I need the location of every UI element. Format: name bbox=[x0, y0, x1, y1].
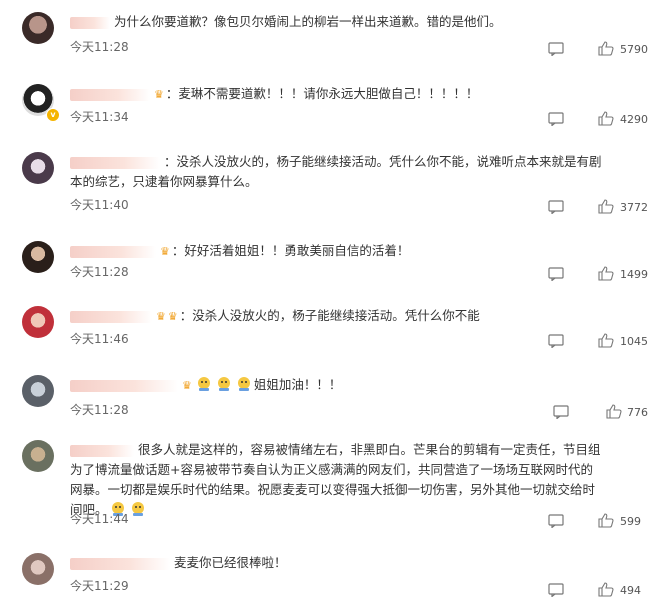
thumbs-up-icon[interactable] bbox=[598, 199, 614, 214]
reply-icon[interactable] bbox=[548, 112, 564, 126]
thumbs-up-icon[interactable] bbox=[598, 513, 614, 528]
comment-body: 麦麦你已经很棒啦！ bbox=[70, 553, 605, 573]
nickname-redacted[interactable] bbox=[70, 557, 170, 570]
doge-emoji-icon bbox=[197, 377, 210, 391]
comment-text: ：好好活着姐姐！！勇敢美丽自信的活着！ bbox=[171, 243, 410, 258]
doge-emoji-icon bbox=[237, 377, 250, 391]
comment-time: 今天11:34 bbox=[70, 110, 129, 124]
doge-emoji-icon bbox=[131, 502, 144, 516]
crown-icon: ♛ bbox=[154, 87, 164, 101]
nickname-redacted[interactable] bbox=[70, 88, 150, 101]
thumbs-up-icon[interactable] bbox=[598, 582, 614, 597]
like-count: 776 bbox=[627, 406, 648, 419]
like-count: 3772 bbox=[620, 201, 648, 214]
reply-icon[interactable] bbox=[548, 267, 564, 281]
reply-icon[interactable] bbox=[548, 42, 564, 56]
thumbs-up-icon[interactable] bbox=[598, 333, 614, 348]
thumbs-up-icon[interactable] bbox=[598, 41, 614, 56]
avatar[interactable] bbox=[22, 12, 54, 44]
reply-icon[interactable] bbox=[548, 200, 564, 214]
doge-emoji-icon bbox=[217, 377, 230, 391]
avatar[interactable] bbox=[22, 241, 54, 273]
comment-text: ：没杀人没放火的，杨子能继续接活动。凭什么你不能 bbox=[179, 308, 480, 323]
avatar[interactable] bbox=[22, 306, 54, 338]
nickname-redacted[interactable] bbox=[70, 310, 152, 323]
comment-body: 很多人就是这样的，容易被情绪左右，非黑即白。芒果台的剪辑有一定责任，节目组为了博… bbox=[70, 440, 605, 520]
avatar[interactable] bbox=[22, 553, 54, 585]
comment-time: 今天11:44 bbox=[70, 512, 129, 526]
crown-icon: ♛ bbox=[182, 378, 192, 392]
comment-time: 今天11:46 bbox=[70, 332, 129, 346]
nickname-redacted[interactable] bbox=[70, 16, 110, 29]
like-count: 599 bbox=[620, 515, 641, 528]
comment-time: 今天11:29 bbox=[70, 579, 129, 593]
comment-text: 麦麦你已经很棒啦！ bbox=[174, 555, 287, 570]
avatar[interactable] bbox=[22, 375, 54, 407]
like-count: 1499 bbox=[620, 268, 648, 281]
comment-body: ♛ ：好好活着姐姐！！勇敢美丽自信的活着！ bbox=[70, 241, 605, 262]
comment-body: ♛ ：麦琳不需要道歉！！！请你永远大胆做自己！！！！！ bbox=[70, 84, 605, 105]
reply-icon[interactable] bbox=[553, 405, 569, 419]
thumbs-up-icon[interactable] bbox=[598, 266, 614, 281]
comment-body: ♛ 姐姐加油！！！ bbox=[70, 375, 605, 396]
reply-icon[interactable] bbox=[548, 514, 564, 528]
comment-body: ♛ ♛ ：没杀人没放火的，杨子能继续接活动。凭什么你不能 bbox=[70, 306, 605, 327]
comment-text: ：麦琳不需要道歉！！！请你永远大胆做自己！！！！！ bbox=[165, 86, 479, 101]
like-count: 494 bbox=[620, 584, 641, 597]
nickname-redacted[interactable] bbox=[70, 379, 178, 392]
comment-time: 今天11:28 bbox=[70, 265, 129, 279]
reply-icon[interactable] bbox=[548, 334, 564, 348]
like-count: 4290 bbox=[620, 113, 648, 126]
nickname-redacted[interactable] bbox=[70, 156, 160, 169]
nickname-redacted[interactable] bbox=[70, 444, 134, 457]
comment-text: 为什么你要道歉？像包贝尔婚闹上的柳岩一样出来道歉。错的是他们。 bbox=[114, 14, 502, 29]
comment-time: 今天11:28 bbox=[70, 40, 129, 54]
thumbs-up-icon[interactable] bbox=[598, 111, 614, 126]
comment-body: 为什么你要道歉？像包贝尔婚闹上的柳岩一样出来道歉。错的是他们。 bbox=[70, 12, 605, 32]
crown-icon: ♛ bbox=[167, 309, 178, 323]
comment-text: 姐姐加油！！！ bbox=[253, 377, 342, 392]
comment-time: 今天11:40 bbox=[70, 198, 129, 212]
crown-icon: ♛ bbox=[156, 309, 166, 323]
avatar[interactable] bbox=[22, 440, 54, 472]
like-count: 1045 bbox=[620, 335, 648, 348]
comment-text: 很多人就是这样的，容易被情绪左右，非黑即白。芒果台的剪辑有一定责任，节目组为了博… bbox=[70, 442, 601, 517]
nickname-redacted[interactable] bbox=[70, 245, 156, 258]
reply-icon[interactable] bbox=[548, 583, 564, 597]
crown-icon: ♛ bbox=[160, 244, 170, 258]
comment-body: ：没杀人没放火的，杨子能继续接活动。凭什么你不能，说难听点本来就是有剧本的综艺，… bbox=[70, 152, 605, 192]
thumbs-up-icon[interactable] bbox=[606, 404, 622, 419]
avatar[interactable] bbox=[22, 152, 54, 184]
comment-feed: 为什么你要道歉？像包贝尔婚闹上的柳岩一样出来道歉。错的是他们。 今天11:28 … bbox=[0, 0, 665, 607]
like-count: 5790 bbox=[620, 43, 648, 56]
verified-badge-icon: v bbox=[46, 108, 60, 122]
comment-time: 今天11:28 bbox=[70, 403, 129, 417]
